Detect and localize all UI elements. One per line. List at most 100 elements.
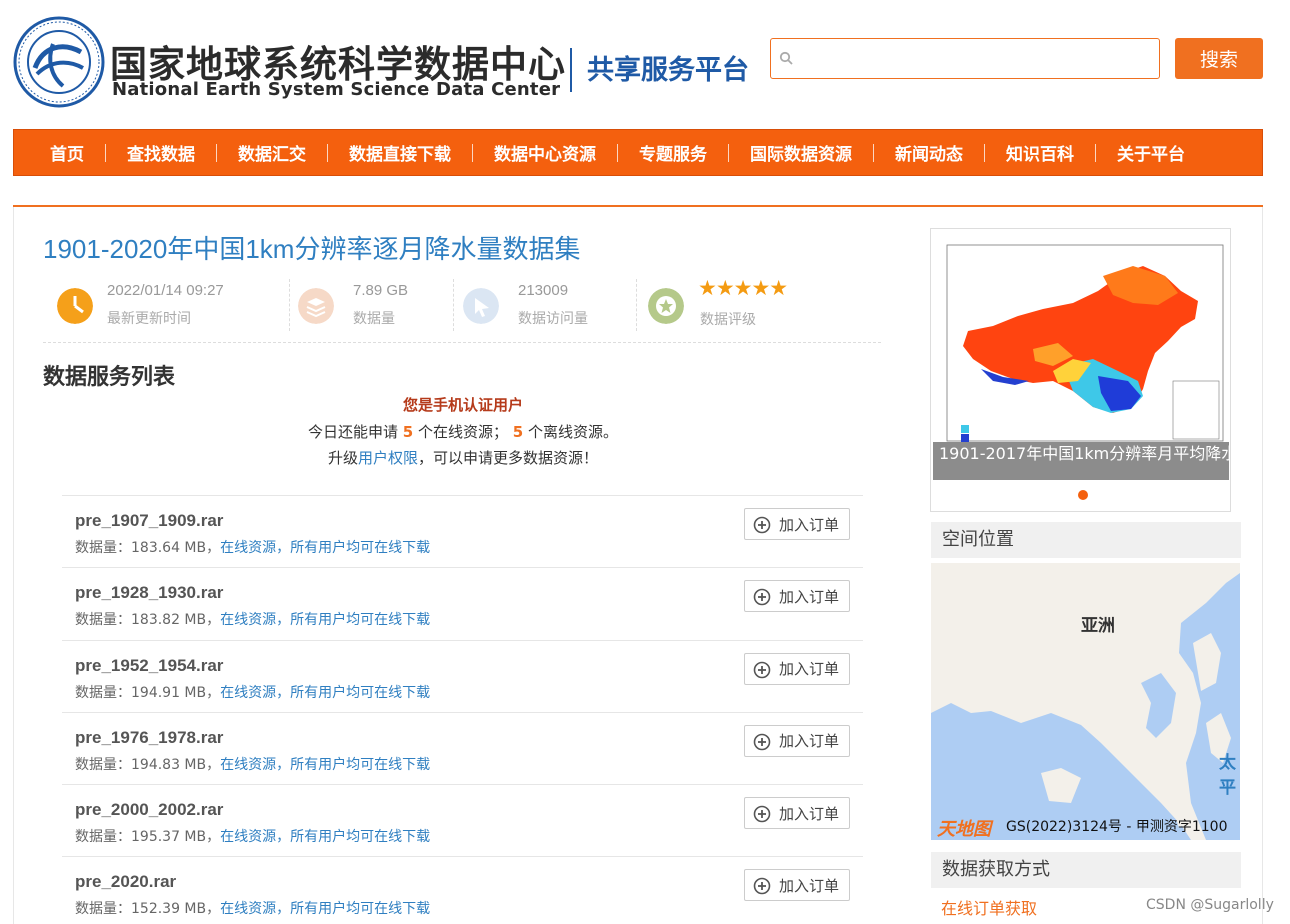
resource-type-link[interactable]: 在线资源 [220, 757, 276, 773]
access-policy-link[interactable]: 所有用户均可在线下载 [290, 540, 430, 556]
world-map-tiles[interactable] [931, 563, 1240, 840]
file-name[interactable]: pre_1928_1930.rar [75, 583, 223, 603]
meta-updated-label: 最新更新时间 [107, 311, 191, 327]
add-to-order-label: 加入订单 [779, 587, 840, 606]
meta-bottom-divider [43, 342, 881, 343]
online-count: 5 [402, 423, 414, 441]
upgrade-prefix: 升级 [327, 449, 358, 467]
online-order-link[interactable]: 在线订单获取 [941, 895, 1037, 919]
nav-item[interactable]: 新闻动态 [895, 140, 963, 165]
nav-item[interactable]: 数据中心资源 [494, 140, 596, 165]
nav-item[interactable]: 关于平台 [1117, 140, 1185, 165]
carousel-indicator-dot[interactable] [1078, 490, 1088, 500]
file-size: 数据量：194.91 MB， [75, 684, 221, 701]
plus-circle-icon [753, 516, 771, 534]
map-label-asia: 亚洲 [1081, 616, 1115, 636]
add-to-order-label: 加入订单 [779, 660, 840, 679]
add-to-order-button[interactable]: 加入订单 [744, 797, 850, 830]
meta-updated-value: 2022/01/14 09:27 [107, 282, 224, 299]
file-size: 数据量：152.39 MB， [75, 901, 221, 918]
add-to-order-button[interactable]: 加入订单 [744, 652, 850, 685]
plus-circle-icon [753, 588, 771, 606]
access-policy-link[interactable]: 所有用户均可在线下载 [290, 685, 430, 701]
access-policy-link[interactable]: 所有用户均可在线下载 [290, 829, 430, 845]
file-size: 数据量：194.83 MB， [75, 756, 221, 773]
upgrade-notice: 升级用户权限，可以申请更多数据资源！ [0, 447, 926, 468]
file-size: 数据量：195.37 MB， [75, 829, 221, 846]
search-input[interactable] [801, 45, 1151, 73]
plus-circle-icon [753, 661, 771, 678]
cursor-icon [463, 288, 499, 324]
access-policy-link[interactable]: 所有用户均可在线下载 [290, 612, 430, 628]
plus-circle-icon [753, 805, 771, 823]
add-to-order-button[interactable]: 加入订单 [744, 724, 850, 757]
nav-separator [984, 143, 985, 162]
file-row: pre_2020.rar 数据量：152.39 MB，在线资源，所有用户均可在线下… [62, 856, 863, 924]
file-row: pre_1928_1930.rar 数据量：183.82 MB，在线资源，所有用户… [62, 567, 863, 639]
nav-item[interactable]: 数据直接下载 [349, 140, 451, 165]
resource-type-link[interactable]: 在线资源 [220, 540, 276, 556]
file-meta: 数据量：152.39 MB，在线资源，所有用户均可在线下载 [75, 898, 430, 918]
thumbnail-carousel[interactable]: 1901-2017年中国1km分辨率月平均降水量数据集 缩略图.jpg [930, 228, 1231, 512]
logo-seal-icon[interactable] [13, 16, 105, 108]
resource-type-link[interactable]: 在线资源 [220, 901, 276, 917]
add-to-order-label: 加入订单 [779, 876, 840, 895]
file-row: pre_2000_2002.rar 数据量：195.37 MB，在线资源，所有用户… [62, 784, 863, 856]
file-list: pre_1907_1909.rar 数据量：183.64 MB，在线资源，所有用户… [62, 495, 863, 924]
file-name[interactable]: pre_1976_1978.rar [75, 728, 223, 748]
thumbnail-caption: 1901-2017年中国1km分辨率月平均降水量数据集 缩略图.jpg [933, 442, 1229, 480]
add-to-order-button[interactable]: 加入订单 [744, 580, 850, 613]
search-box[interactable] [770, 38, 1160, 79]
resource-type-link[interactable]: 在线资源 [220, 829, 276, 845]
user-permission-link[interactable]: 用户权限 [358, 449, 418, 467]
content-top-border [13, 205, 1263, 207]
comma-separator: ， [276, 756, 291, 773]
meta-rating-label: 数据评级 [700, 312, 756, 328]
access-policy-link[interactable]: 所有用户均可在线下载 [290, 757, 430, 773]
nav-separator [216, 143, 217, 162]
comma-separator: ， [276, 829, 291, 846]
file-name[interactable]: pre_1907_1909.rar [75, 511, 223, 531]
quota-mid: 个在线资源； [417, 423, 508, 441]
meta-visits-value: 213009 [518, 282, 569, 299]
file-name[interactable]: pre_1952_1954.rar [75, 656, 223, 676]
nav-item[interactable]: 数据汇交 [238, 140, 306, 165]
tianditu-logo: 天地图 [937, 819, 991, 840]
nav-item[interactable]: 查找数据 [127, 140, 195, 165]
add-to-order-label: 加入订单 [779, 804, 840, 823]
nav-separator [105, 143, 106, 162]
spatial-location-heading: 空间位置 [931, 522, 1241, 558]
meta-size-label: 数据量 [353, 311, 395, 327]
dataset-title: 1901-2020年中国1km分辨率逐月降水量数据集 [43, 234, 581, 264]
org-name-en: National Earth System Science Data Cente… [112, 79, 561, 100]
add-to-order-label: 加入订单 [779, 732, 840, 751]
access-policy-link[interactable]: 所有用户均可在线下载 [290, 901, 430, 917]
resource-type-link[interactable]: 在线资源 [220, 612, 276, 628]
nav-item[interactable]: 国际数据资源 [750, 140, 852, 165]
file-meta: 数据量：194.83 MB，在线资源，所有用户均可在线下载 [75, 754, 430, 774]
user-status-notice: 您是手机认证用户 [402, 396, 523, 414]
search-icon [779, 51, 793, 65]
comma-separator: ， [276, 684, 291, 701]
nav-item[interactable]: 知识百科 [1006, 140, 1074, 165]
file-meta: 数据量：183.82 MB，在线资源，所有用户均可在线下载 [75, 609, 430, 629]
plus-circle-icon [753, 878, 771, 895]
nav-item[interactable]: 首页 [50, 140, 84, 165]
resource-type-link[interactable]: 在线资源 [220, 685, 276, 701]
file-name[interactable]: pre_2020.rar [75, 872, 176, 892]
add-to-order-label: 加入订单 [779, 515, 840, 534]
file-size: 数据量：183.82 MB， [75, 612, 221, 629]
add-to-order-button[interactable]: 加入订单 [744, 869, 850, 902]
content-right-border [1262, 207, 1263, 924]
file-name[interactable]: pre_2000_2002.rar [75, 800, 223, 820]
spatial-location-map[interactable]: 亚洲 太平 天地图 GS(2022)3124号 - 甲测资字1100 [931, 563, 1240, 840]
search-button[interactable]: 搜索 [1175, 38, 1263, 79]
main-nav: 首页 查找数据 数据汇交 数据直接下载 数据中心资源 专题服务 国际数据资源 新闻动态 知识百科… [13, 129, 1263, 176]
quota-prefix: 今日还能申请 [307, 423, 398, 441]
offline-count: 5 [512, 423, 524, 441]
file-meta: 数据量：183.64 MB，在线资源，所有用户均可在线下载 [75, 537, 430, 557]
nav-item[interactable]: 专题服务 [639, 140, 707, 165]
quota-notice: 今日还能申请 5 个在线资源； 5 个离线资源。 [0, 421, 926, 442]
file-meta: 数据量：195.37 MB，在线资源，所有用户均可在线下载 [75, 826, 430, 846]
add-to-order-button[interactable]: 加入订单 [744, 508, 850, 540]
